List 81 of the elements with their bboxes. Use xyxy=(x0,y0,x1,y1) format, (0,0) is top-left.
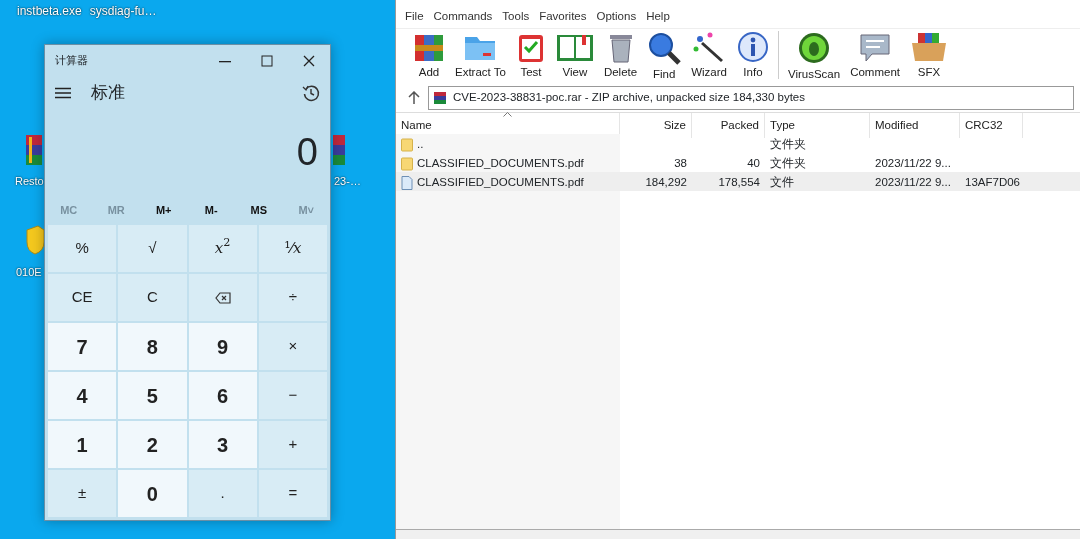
menu-item[interactable]: Favorites xyxy=(534,8,592,28)
backspace-icon xyxy=(214,291,231,304)
archive-icon[interactable] xyxy=(26,135,42,165)
box-icon xyxy=(910,31,949,63)
sort-icon xyxy=(503,112,512,117)
bug-icon xyxy=(797,31,832,65)
column-header[interactable]: Modified xyxy=(870,113,960,139)
info-icon xyxy=(736,31,769,63)
operator-key[interactable]: ± xyxy=(48,470,117,517)
table-cell: 38 xyxy=(674,157,687,169)
menu-item[interactable]: Commands xyxy=(428,8,498,28)
memory-button[interactable]: M- xyxy=(187,201,235,219)
toolbar-button[interactable]: Add xyxy=(408,31,450,82)
toolbar-button[interactable]: Info xyxy=(731,31,774,82)
operator-key[interactable]: . xyxy=(188,470,257,517)
toolbar-button[interactable]: VirusScan xyxy=(782,31,846,84)
toolbar-button[interactable]: Test xyxy=(510,31,551,82)
address-field[interactable]: CVE-2023-38831-poc.rar - ZIP archive, unpacked size 184,330 bytes xyxy=(428,86,1074,110)
digit-key[interactable]: 7 xyxy=(48,323,117,370)
archive-icon xyxy=(433,91,447,105)
menu-item[interactable]: Tools xyxy=(497,8,535,28)
operator-key[interactable]: √ xyxy=(118,225,187,272)
backspace-key[interactable] xyxy=(188,274,257,321)
operator-key[interactable]: ¹⁄x xyxy=(258,225,327,272)
operator-key[interactable]: x$^{2}$ xyxy=(188,225,257,272)
operator-key[interactable]: % xyxy=(48,225,117,272)
menu-item[interactable]: Help xyxy=(641,8,675,28)
menu-item[interactable]: Options xyxy=(591,8,642,28)
table-cell: 184,292 xyxy=(645,176,687,188)
table-cell: 40 xyxy=(747,157,760,169)
table-cell: 13AF7D06 xyxy=(965,176,1020,188)
history-icon[interactable] xyxy=(302,84,320,102)
operator-key[interactable]: − xyxy=(258,372,327,419)
window-title: 计算器 xyxy=(55,53,89,69)
folder-icon xyxy=(401,156,413,171)
table-cell: 178,554 xyxy=(718,176,760,188)
table-cell: 文件夹 xyxy=(770,157,806,169)
operator-key[interactable]: C xyxy=(118,274,187,321)
digit-key[interactable]: 0 xyxy=(118,470,187,517)
digit-key[interactable]: 5 xyxy=(118,372,187,419)
digit-key[interactable]: 2 xyxy=(118,421,187,468)
digit-key[interactable]: 6 xyxy=(188,372,257,419)
operator-key[interactable]: + xyxy=(258,421,327,468)
toolbar-button[interactable]: Extract To xyxy=(450,31,511,82)
operator-key[interactable]: ÷ xyxy=(258,274,327,321)
toolbar-button[interactable]: SFX xyxy=(905,31,954,82)
column-header[interactable]: Type xyxy=(765,113,870,139)
file-icon xyxy=(401,175,413,190)
toolbar-button[interactable]: Comment xyxy=(845,31,906,82)
table-cell: 2023/11/22 9... xyxy=(875,157,951,169)
digit-key[interactable]: 9 xyxy=(188,323,257,370)
mode-title: 标准 xyxy=(91,82,126,105)
memory-button[interactable]: M+ xyxy=(140,201,188,219)
toolbar-button[interactable]: View xyxy=(550,31,599,82)
table-cell-text: .. xyxy=(417,137,424,152)
table-cell-text: CLASSIFIED_DOCUMENTS.pdf xyxy=(417,156,584,171)
digit-key[interactable]: 1 xyxy=(48,421,117,468)
display-value: 0 xyxy=(296,130,318,175)
operator-key[interactable]: = xyxy=(258,470,327,517)
toolbar-button[interactable]: Find xyxy=(642,31,687,84)
operator-key[interactable]: × xyxy=(258,323,327,370)
operator-key[interactable]: CE xyxy=(48,274,117,321)
file-row[interactable]: CLASSIFIED_DOCUMENTS.pdf 184,292 178,554 文件 2023/11/22 9... 13AF7D06 xyxy=(396,172,1080,191)
memory-button[interactable]: MS xyxy=(235,201,283,219)
speech-bubble-icon xyxy=(858,31,893,63)
digit-key[interactable]: 4 xyxy=(48,372,117,419)
table-cell: 文件 xyxy=(770,176,794,188)
toolbar-button[interactable]: Delete xyxy=(598,31,643,82)
column-header[interactable]: CRC32 xyxy=(960,113,1023,139)
table-cell: 文件夹 xyxy=(770,138,806,150)
column-header[interactable]: Packed xyxy=(692,113,765,139)
table-cell-text: CLASSIFIED_DOCUMENTS.pdf xyxy=(417,175,584,190)
menu-icon[interactable] xyxy=(55,87,71,99)
toolbar-button[interactable]: Wizard xyxy=(686,31,732,82)
folder-icon xyxy=(401,137,413,152)
magnifier-icon xyxy=(647,31,682,65)
digit-key[interactable]: 3 xyxy=(188,421,257,468)
up-arrow-icon[interactable] xyxy=(408,91,420,105)
table-cell: 2023/11/22 9... xyxy=(875,176,951,188)
menu-item[interactable]: File xyxy=(400,8,429,28)
digit-key[interactable]: 8 xyxy=(118,323,187,370)
